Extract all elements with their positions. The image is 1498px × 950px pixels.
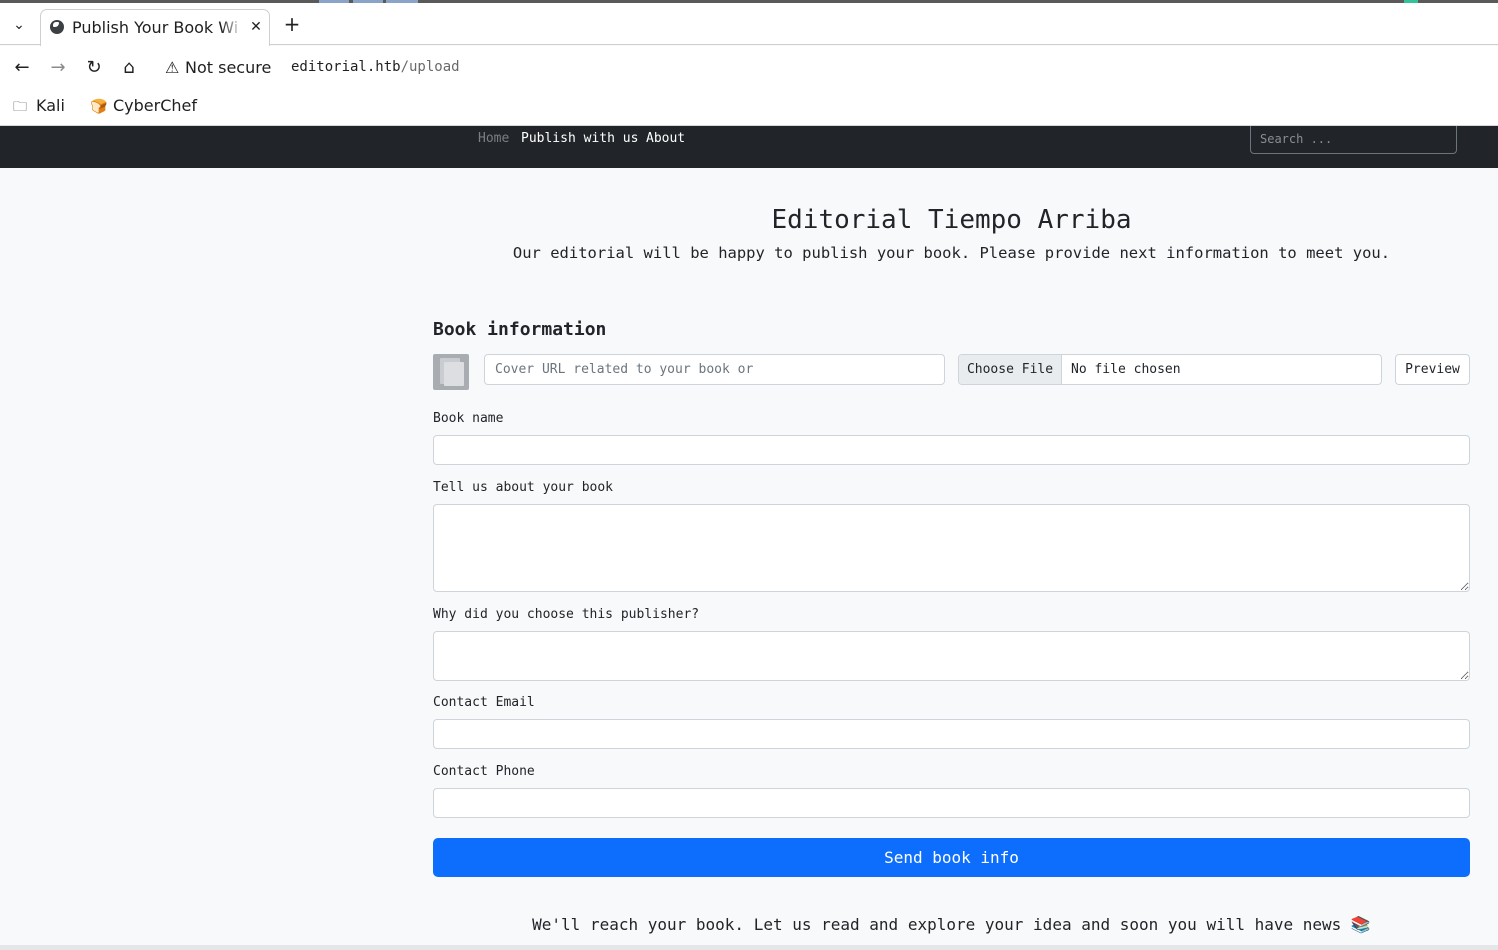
page-title: Editorial Tiempo Arriba — [771, 205, 1132, 235]
back-icon[interactable]: ← — [10, 56, 34, 80]
preview-button[interactable]: Preview — [1395, 354, 1470, 385]
bottom-bar — [0, 945, 1498, 950]
tab-bar: ⌄ Publish Your Book Wi ✕ + — [0, 3, 1498, 46]
phone-input[interactable] — [433, 788, 1470, 818]
tab-close-icon[interactable]: ✕ — [247, 18, 265, 36]
cover-preview-image — [433, 354, 469, 390]
globe-icon — [50, 20, 64, 34]
browser-tab[interactable]: Publish Your Book Wi ✕ — [40, 9, 270, 46]
nav-home-link[interactable]: Home — [478, 131, 509, 146]
address-bar[interactable]: editorial.htb/upload — [291, 59, 460, 75]
url-host: editorial.htb — [291, 59, 401, 75]
send-book-info-button[interactable]: Send book info — [433, 838, 1470, 877]
reload-icon[interactable]: ↻ — [82, 56, 106, 80]
url-path: /upload — [400, 59, 460, 75]
about-book-textarea[interactable] — [433, 504, 1470, 592]
bookmarks-bar: 🗀 Kali 🍞 CyberChef — [0, 90, 1498, 126]
file-input[interactable]: Choose File No file chosen — [958, 354, 1382, 385]
forward-icon[interactable]: → — [46, 56, 70, 80]
why-publisher-label: Why did you choose this publisher? — [433, 607, 700, 622]
book-name-input[interactable] — [433, 435, 1470, 465]
nav-about-link[interactable]: About — [646, 131, 685, 146]
warning-icon: ⚠ — [165, 58, 180, 77]
site-navbar: Home Publish with us About — [0, 126, 1498, 168]
footer-note: We'll reach your book. Let us read and e… — [532, 915, 1371, 934]
browser-toolbar: ← → ↻ ⌂ ⚠ Not secure editorial.htb/upload — [0, 46, 1498, 90]
about-book-label: Tell us about your book — [433, 480, 614, 495]
tab-list-chevron-icon[interactable]: ⌄ — [8, 14, 30, 36]
bookmark-kali[interactable]: 🗀 Kali — [13, 96, 65, 118]
book-name-label: Book name — [433, 411, 504, 426]
search-input[interactable] — [1260, 130, 1448, 148]
folder-icon: 🗀 — [13, 99, 27, 115]
security-indicator[interactable]: ⚠ Not secure — [165, 58, 271, 78]
email-label: Contact Email — [433, 695, 535, 710]
nav-publish-link[interactable]: Publish with us — [521, 131, 638, 146]
choose-file-button[interactable]: Choose File — [959, 355, 1062, 384]
chef-hat-icon: 🍞 — [90, 99, 108, 115]
bookmark-cyberchef[interactable]: 🍞 CyberChef — [90, 96, 197, 118]
tab-title: Publish Your Book Wi — [72, 18, 239, 37]
security-text: Not secure — [185, 58, 272, 77]
section-title: Book information — [433, 319, 607, 340]
phone-label: Contact Phone — [433, 764, 535, 779]
search-box — [1250, 126, 1457, 154]
cover-url-input[interactable] — [484, 354, 945, 385]
email-input[interactable] — [433, 719, 1470, 749]
page-lead: Our editorial will be happy to publish y… — [512, 244, 1391, 262]
file-status: No file chosen — [1071, 362, 1181, 377]
why-publisher-textarea[interactable] — [433, 631, 1470, 681]
home-icon[interactable]: ⌂ — [117, 56, 141, 80]
new-tab-icon[interactable]: + — [282, 14, 302, 34]
